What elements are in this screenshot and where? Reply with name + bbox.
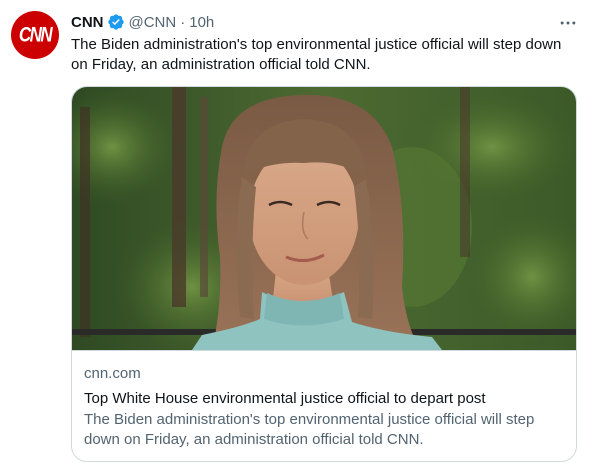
tweet-header: CNN @CNN · 10h [71,11,214,33]
card-domain: cnn.com [84,365,141,382]
display-name[interactable]: CNN [71,14,104,31]
link-card[interactable]: cnn.com Top White House environmental ju… [71,86,577,462]
avatar-logo-text: CNN [18,22,53,47]
separator-dot: · [180,13,186,31]
tweet-text: The Biden administration's top environme… [71,36,562,73]
verified-badge-icon [107,13,125,31]
timestamp[interactable]: 10h [189,14,214,31]
card-image[interactable] [72,87,576,350]
tweet: CNN CNN @CNN · 10h The Biden administrat… [0,0,595,468]
handle[interactable]: @CNN [129,14,177,31]
card-meta[interactable]: cnn.com Top White House environmental ju… [72,350,576,461]
card-description: The Biden administration's top environme… [84,411,535,448]
more-horizontal-icon[interactable] [557,13,579,33]
avatar[interactable]: CNN [11,11,59,59]
card-title: Top White House environmental justice of… [84,390,486,407]
